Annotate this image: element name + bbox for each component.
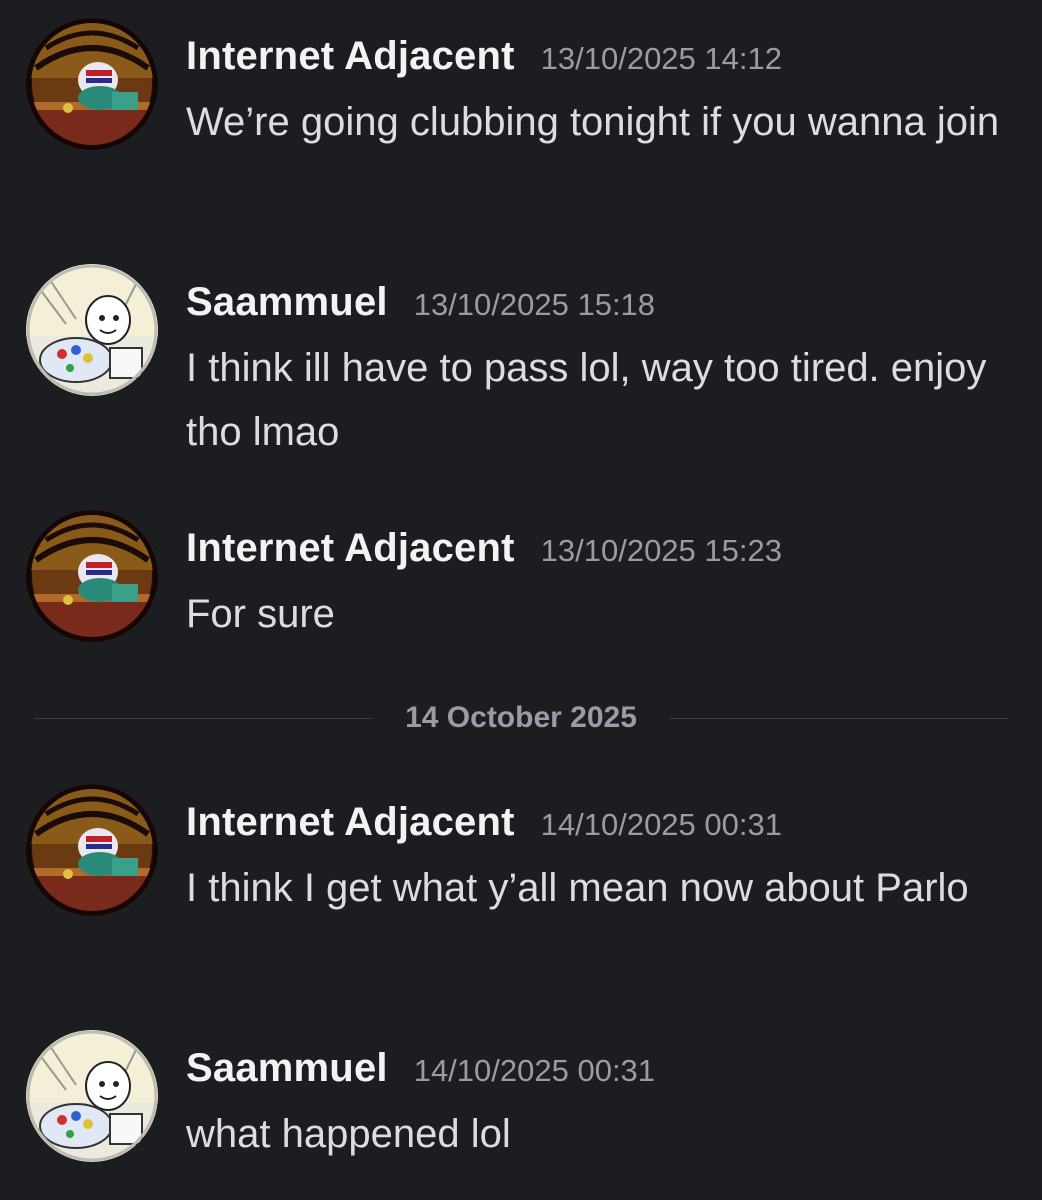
message-timestamp: 13/10/2025 14:12 bbox=[540, 41, 782, 76]
avatar-internet-adjacent-icon[interactable] bbox=[26, 784, 158, 916]
message-author[interactable]: Internet Adjacent bbox=[186, 800, 515, 845]
message-text: We’re going clubbing tonight if you wann… bbox=[186, 100, 1000, 144]
message-timestamp: 13/10/2025 15:18 bbox=[413, 287, 656, 322]
avatar-internet-adjacent-icon[interactable] bbox=[26, 18, 158, 150]
message-text: I think ill have to pass lol, way too ti… bbox=[186, 346, 987, 454]
message-timestamp: 14/10/2025 00:31 bbox=[540, 807, 782, 842]
avatar-internet-adjacent-icon[interactable] bbox=[26, 510, 158, 642]
message-timestamp: 13/10/2025 15:23 bbox=[540, 533, 782, 568]
message-author[interactable]: Internet Adjacent bbox=[186, 526, 515, 571]
message-author[interactable]: Saammuel bbox=[186, 1046, 388, 1091]
divider-line-right bbox=[670, 718, 1008, 719]
avatar-saammuel-icon[interactable] bbox=[26, 264, 158, 396]
date-divider: 14 October 2025 bbox=[34, 694, 1008, 742]
message-text: I think I get what y’all mean now about … bbox=[186, 866, 969, 910]
avatar-saammuel-icon[interactable] bbox=[26, 1030, 158, 1162]
message-text: For sure bbox=[186, 592, 335, 636]
date-divider-label: 14 October 2025 bbox=[405, 701, 637, 734]
message-text: what happened lol bbox=[186, 1112, 511, 1156]
message-author[interactable]: Internet Adjacent bbox=[186, 34, 515, 79]
message-author[interactable]: Saammuel bbox=[186, 280, 388, 325]
message-timestamp: 14/10/2025 00:31 bbox=[413, 1053, 656, 1088]
divider-line-left bbox=[34, 718, 372, 719]
